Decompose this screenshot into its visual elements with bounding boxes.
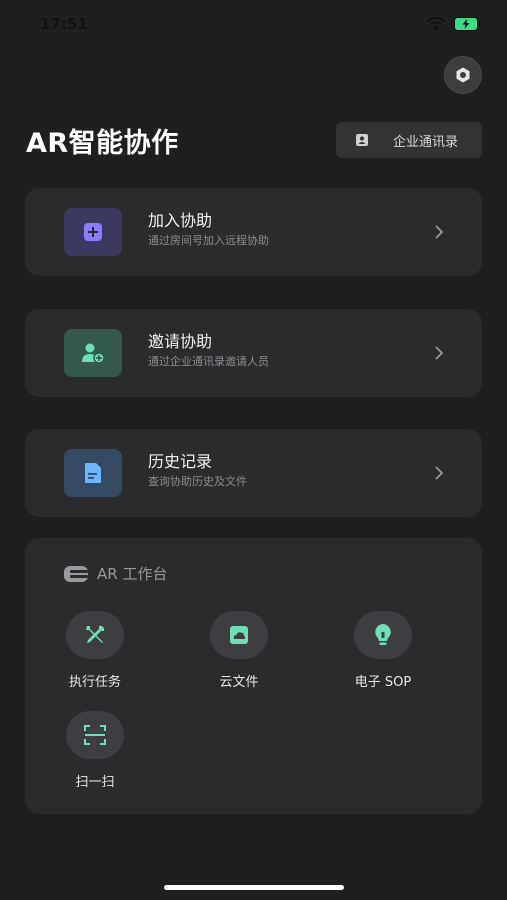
tool-electronic-sop[interactable]: 电子 SOP (333, 611, 433, 690)
join-icon-tile (64, 208, 122, 256)
history-icon-tile (64, 449, 122, 497)
tool-cloud-file[interactable]: 云文件 (189, 611, 289, 690)
tool-label: 扫一扫 (75, 775, 115, 790)
plus-square-icon (84, 223, 102, 241)
settings-button[interactable] (444, 56, 482, 94)
card-title: 历史记录 (148, 452, 213, 471)
contact-card-icon (356, 134, 368, 146)
cloud-file-icon (230, 626, 248, 644)
ar-glasses-icon (64, 565, 88, 582)
tool-label: 执行任务 (68, 675, 121, 690)
tools-icon (86, 625, 105, 643)
tool-icon-circle (66, 611, 124, 659)
card-subtitle: 通过企业通讯录邀请人员 (148, 355, 269, 368)
lightbulb-icon (375, 624, 391, 645)
invite-assist-card[interactable]: 邀请协助 通过企业通讯录邀请人员 (25, 309, 482, 397)
battery-icon (454, 17, 481, 31)
card-subtitle: 查询协助历史及文件 (148, 475, 247, 488)
scan-icon (84, 725, 106, 745)
chevron-right-icon (435, 466, 444, 480)
workbench-header: AR 工作台 (63, 563, 167, 584)
card-subtitle: 通过房间号加入远程协助 (148, 234, 269, 247)
add-user-icon (82, 343, 105, 364)
tool-icon-circle (354, 611, 412, 659)
chevron-right-icon (435, 346, 444, 360)
card-title: 加入协助 (148, 211, 213, 230)
invite-icon-tile (64, 329, 122, 377)
tool-label: 电子 SOP (354, 675, 412, 690)
home-indicator[interactable] (164, 885, 344, 890)
tool-label: 云文件 (219, 675, 259, 690)
page-title: AR智能协作 (26, 128, 179, 159)
card-title: 邀请协助 (148, 332, 213, 351)
join-assist-card[interactable]: 加入协助 通过房间号加入远程协助 (25, 188, 482, 276)
status-time: 17:51 (40, 15, 88, 33)
hexagon-settings-icon (456, 67, 470, 83)
tool-scan[interactable]: 扫一扫 (45, 711, 145, 790)
tool-icon-circle (66, 711, 124, 759)
history-card[interactable]: 历史记录 查询协助历史及文件 (25, 429, 482, 517)
contacts-label: 企业通讯录 (393, 134, 459, 150)
contacts-button[interactable]: 企业通讯录 (336, 122, 482, 158)
status-bar: 17:51 (0, 0, 507, 50)
document-icon (85, 463, 101, 483)
wifi-icon (426, 17, 446, 31)
ar-workbench-panel: AR 工作台 执行任务 云文件 电子 SOP 扫一扫 (25, 538, 482, 814)
tool-execute-task[interactable]: 执行任务 (45, 611, 145, 690)
chevron-right-icon (435, 225, 444, 239)
tool-icon-circle (210, 611, 268, 659)
workbench-title: AR 工作台 (97, 565, 168, 583)
